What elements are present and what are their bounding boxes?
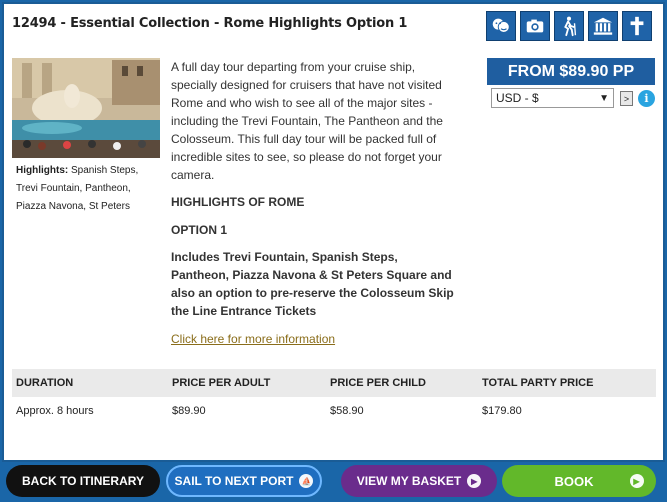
theatre-masks-icon [486, 11, 516, 41]
chevron-down-icon: ▼ [599, 92, 609, 104]
arrow-right-icon: ▶ [629, 474, 644, 488]
view-basket-button[interactable]: VIEW MY BASKET ▶ [341, 465, 497, 497]
arrow-right-icon: ▶ [467, 474, 482, 488]
back-label: BACK TO ITINERARY [21, 474, 144, 488]
sail-label: SAIL TO NEXT PORT [174, 474, 294, 488]
camera-icon [520, 11, 550, 41]
tour-description: A full day tour departing from your crui… [171, 60, 443, 182]
tour-photo [12, 58, 160, 158]
basket-label: VIEW MY BASKET [356, 474, 462, 488]
activity-icons [486, 11, 652, 41]
header-duration: DURATION [16, 377, 74, 389]
tour-includes: Includes Trevi Fountain, Spanish Steps, … [171, 250, 454, 318]
header-price-child: PRICE PER CHILD [330, 377, 426, 389]
tour-title: 12494 - Essential Collection - Rome High… [12, 16, 408, 31]
subheading-highlights: HIGHLIGHTS OF ROME [171, 195, 305, 209]
header-price-adult: PRICE PER ADULT [172, 377, 271, 389]
book-button[interactable]: BOOK ▶ [502, 465, 656, 497]
currency-value: USD - $ [496, 91, 539, 105]
info-icon[interactable]: i [638, 90, 655, 107]
back-to-itinerary-button[interactable]: BACK TO ITINERARY [6, 465, 160, 497]
sail-to-next-port-button[interactable]: SAIL TO NEXT PORT ⛵ [166, 465, 322, 497]
header-total-price: TOTAL PARTY PRICE [482, 377, 594, 389]
book-label: BOOK [554, 473, 594, 489]
museum-icon [588, 11, 618, 41]
ship-icon: ⛵ [299, 474, 314, 488]
church-cross-icon [622, 11, 652, 41]
cell-price-child: $58.90 [330, 405, 364, 417]
cell-duration: Approx. 8 hours [16, 405, 94, 417]
currency-go-button[interactable]: > [620, 91, 633, 106]
cell-price-adult: $89.90 [172, 405, 206, 417]
highlights-text: Highlights: Spanish Steps, Trevi Fountai… [16, 162, 156, 216]
currency-select[interactable]: USD - $ ▼ [491, 88, 614, 108]
price-badge: FROM $89.90 PP [487, 58, 655, 85]
hiking-icon [554, 11, 584, 41]
cell-total-price: $179.80 [482, 405, 522, 417]
subheading-option: OPTION 1 [171, 223, 228, 237]
more-info-link[interactable]: Click here for more information [171, 332, 335, 346]
highlights-label: Highlights: [16, 165, 69, 176]
